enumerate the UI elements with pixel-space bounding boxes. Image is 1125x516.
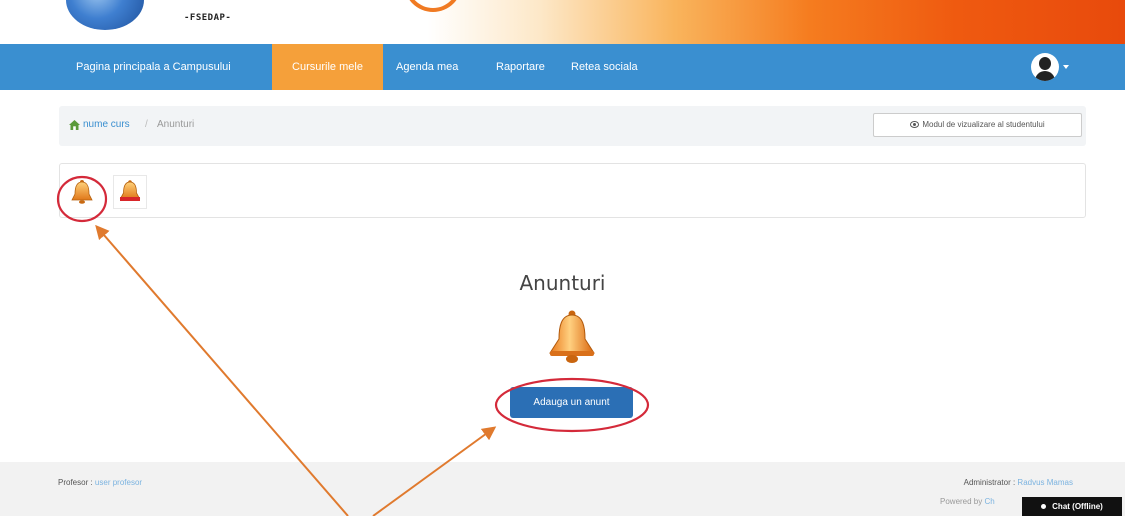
professor-label: Profesor : [58,478,93,487]
footer: Profesor : user profesor Administrator :… [0,462,1125,516]
main-navbar: Pagina principala a Campusului Cursurile… [0,44,1125,90]
footer-admin: Administrator : Radvus Mamas [964,478,1073,487]
chat-widget-button[interactable]: Chat (Offline) [1022,497,1122,516]
add-announcement-button[interactable]: Adauga un anunt [510,387,633,418]
professor-link[interactable]: user profesor [95,478,142,487]
nav-item-reporting[interactable]: Raportare [486,44,555,90]
student-view-button[interactable]: Modul de vizualizare al studentului [873,113,1082,137]
breadcrumb-separator: / [145,119,148,130]
announcements-toolbar [59,163,1086,218]
chevron-down-icon[interactable] [1063,65,1069,69]
announcements-tool-button[interactable] [65,175,99,209]
bell-icon [549,310,595,363]
footer-powered-by: Powered by Ch [940,497,995,506]
breadcrumb: nume curs / Anunturi Modul de vizualizar… [59,106,1086,146]
powered-label: Powered by [940,497,983,506]
user-avatar-icon[interactable] [1031,53,1059,81]
home-icon[interactable] [69,120,80,130]
admin-link[interactable]: Radvus Mamas [1017,478,1073,487]
nav-item-social-network[interactable]: Retea sociala [561,44,648,90]
breadcrumb-current: Anunturi [157,119,195,130]
add-announcement-tool-button[interactable] [113,175,147,209]
status-dot-icon [1041,504,1047,510]
chat-label: Chat (Offline) [1052,502,1103,511]
nav-item-campus-home[interactable]: Pagina principala a Campusului [66,44,241,90]
footer-professor: Profesor : user profesor [58,478,142,487]
student-view-label: Modul de vizualizare al studentului [922,120,1045,129]
eye-icon [910,121,920,129]
admin-label: Administrator : [963,478,1016,487]
header-banner: -FSEDAP- [0,0,1125,44]
campus-logo[interactable] [66,0,144,30]
logo-text: -FSEDAP- [184,13,232,23]
page-title: Anunturi [519,271,606,295]
nav-item-my-agenda[interactable]: Agenda mea [386,44,468,90]
powered-link[interactable]: Ch [984,497,994,506]
bell-icon [71,180,93,204]
breadcrumb-course-link[interactable]: nume curs [83,119,130,130]
banner-decoration [404,0,462,12]
bell-add-icon [119,180,141,201]
nav-item-my-courses[interactable]: Cursurile mele [272,44,383,90]
